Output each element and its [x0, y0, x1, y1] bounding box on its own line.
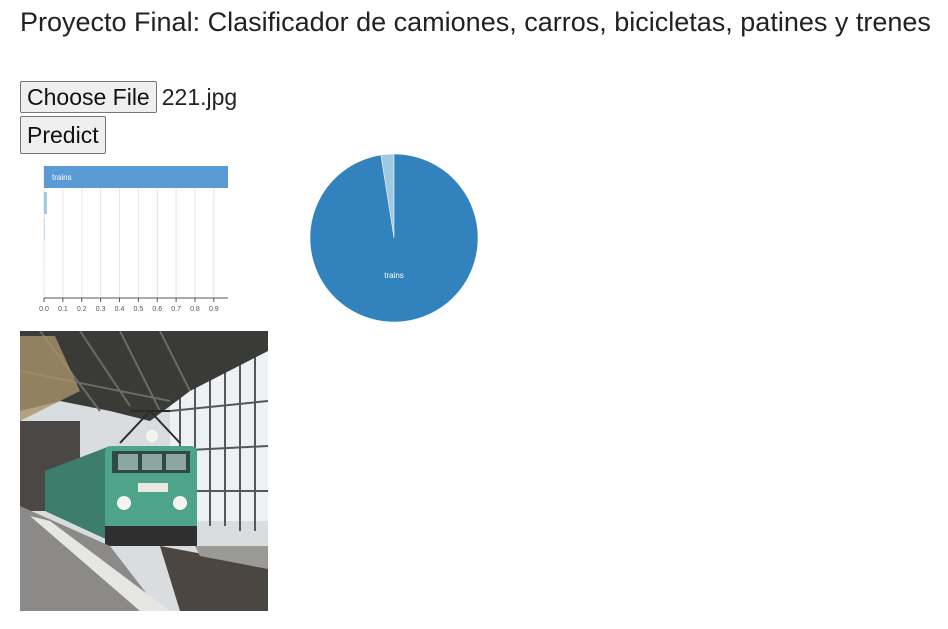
predict-button[interactable]: Predict — [20, 116, 106, 154]
bar-chart-tick-label: 0.3 — [96, 306, 106, 313]
bar-chart-tick-label: 0.9 — [209, 306, 219, 313]
choose-file-button[interactable]: Choose File — [20, 81, 157, 113]
photo-train-buffer — [105, 526, 197, 546]
bar-chart-bar-label: trains — [52, 173, 72, 182]
bar-chart-tick-label: 0.6 — [152, 306, 162, 313]
photo-headlight-right — [173, 496, 187, 510]
pie-chart: trains — [309, 153, 479, 323]
bar-chart-tick-label: 0.8 — [190, 306, 200, 313]
bar-chart-tick-label: 0.1 — [58, 306, 68, 313]
train-photo — [20, 331, 268, 611]
page: Proyecto Final: Clasificador de camiones… — [0, 0, 948, 629]
bar-chart-bar — [44, 192, 47, 214]
file-name: 221.jpg — [161, 83, 238, 110]
file-input: Choose File 221.jpg — [20, 81, 237, 113]
photo-headlight-left — [117, 496, 131, 510]
bar-chart-tick-label: 0.5 — [133, 306, 143, 313]
photo-train-number — [138, 483, 168, 492]
bar-chart-tick-label: 0.4 — [115, 306, 125, 313]
photo-headlight-top — [146, 430, 158, 442]
bar-chart: 0.0 0.1 0.2 0.3 0.4 0.5 0.6 0.7 0.8 0.9 trains — [39, 166, 228, 313]
bar-chart-tick-label: 0.0 — [39, 306, 49, 313]
pie-chart-slice — [309, 153, 479, 323]
bar-chart-tick-label: 0.7 — [171, 306, 181, 313]
bar-chart-bar — [44, 244, 45, 266]
bar-chart-tick-label: 0.2 — [77, 306, 87, 313]
page-title: Proyecto Final: Clasificador de camiones… — [20, 7, 931, 37]
pie-chart-label: trains — [384, 271, 404, 280]
bar-chart-bar — [44, 166, 228, 188]
bar-chart-bar — [44, 270, 45, 292]
bar-chart-bar — [44, 218, 45, 240]
